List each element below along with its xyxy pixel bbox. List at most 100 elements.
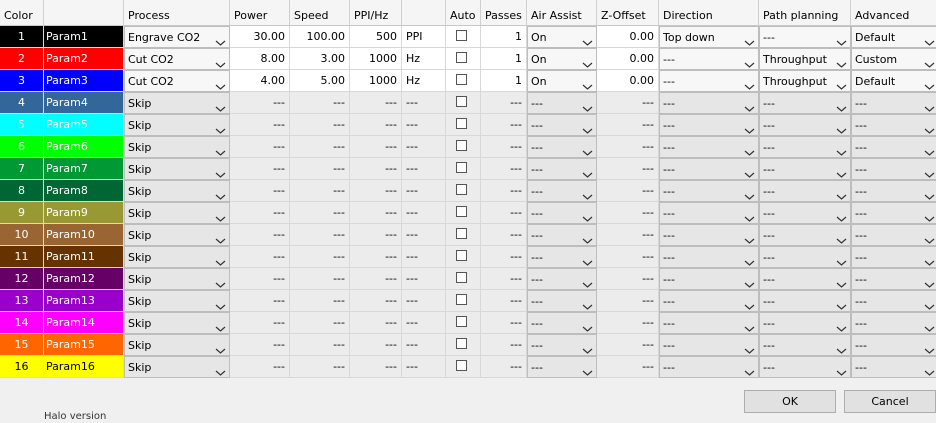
process-select[interactable]: Skip — [124, 202, 230, 224]
power-field[interactable]: --- — [230, 334, 290, 356]
param-name[interactable]: Param6 — [44, 136, 124, 158]
direction-select[interactable]: --- — [659, 92, 759, 114]
z-offset-field[interactable]: --- — [597, 224, 659, 246]
unit-label[interactable]: --- — [402, 92, 446, 114]
ppi-hz-field[interactable]: --- — [350, 268, 402, 290]
unit-label[interactable]: --- — [402, 158, 446, 180]
air-assist-select[interactable]: --- — [527, 136, 597, 158]
path-planning-select[interactable]: --- — [759, 26, 851, 48]
auto-checkbox[interactable] — [456, 228, 467, 239]
z-offset-field[interactable]: --- — [597, 180, 659, 202]
advanced-select[interactable]: --- — [851, 202, 936, 224]
auto-checkbox[interactable] — [456, 294, 467, 305]
direction-select[interactable]: --- — [659, 202, 759, 224]
speed-field[interactable]: --- — [290, 92, 350, 114]
path-planning-select[interactable]: --- — [759, 312, 851, 334]
unit-label[interactable]: --- — [402, 356, 446, 378]
ok-button[interactable]: OK — [744, 390, 836, 413]
process-select[interactable]: Skip — [124, 92, 230, 114]
passes-field[interactable]: --- — [481, 268, 527, 290]
speed-field[interactable]: 3.00 — [290, 48, 350, 70]
speed-field[interactable]: --- — [290, 290, 350, 312]
color-swatch[interactable]: 2 — [0, 48, 44, 70]
color-swatch[interactable]: 8 — [0, 180, 44, 202]
power-field[interactable]: --- — [230, 92, 290, 114]
direction-select[interactable]: --- — [659, 48, 759, 70]
color-swatch[interactable]: 15 — [0, 334, 44, 356]
speed-field[interactable]: --- — [290, 246, 350, 268]
passes-field[interactable]: --- — [481, 246, 527, 268]
speed-field[interactable]: 100.00 — [290, 26, 350, 48]
ppi-hz-field[interactable]: --- — [350, 356, 402, 378]
auto-checkbox[interactable] — [456, 118, 467, 129]
air-assist-select[interactable]: --- — [527, 224, 597, 246]
ppi-hz-field[interactable]: 500 — [350, 26, 402, 48]
column-header-advanced[interactable]: Advanced — [851, 0, 936, 26]
process-select[interactable]: Skip — [124, 334, 230, 356]
process-select[interactable]: Skip — [124, 114, 230, 136]
param-name[interactable]: Param8 — [44, 180, 124, 202]
air-assist-select[interactable]: On — [527, 70, 597, 92]
column-header-air-assist[interactable]: Air Assist — [527, 0, 597, 26]
unit-label[interactable]: --- — [402, 290, 446, 312]
param-name[interactable]: Param1 — [44, 26, 124, 48]
power-field[interactable]: --- — [230, 224, 290, 246]
unit-label[interactable]: --- — [402, 268, 446, 290]
ppi-hz-field[interactable]: --- — [350, 246, 402, 268]
color-swatch[interactable]: 11 — [0, 246, 44, 268]
passes-field[interactable]: --- — [481, 312, 527, 334]
path-planning-select[interactable]: Throughput — [759, 48, 851, 70]
ppi-hz-field[interactable]: 1000 — [350, 48, 402, 70]
air-assist-select[interactable]: On — [527, 26, 597, 48]
air-assist-select[interactable]: --- — [527, 202, 597, 224]
power-field[interactable]: --- — [230, 268, 290, 290]
color-swatch[interactable]: 4 — [0, 92, 44, 114]
passes-field[interactable]: --- — [481, 224, 527, 246]
auto-checkbox[interactable] — [456, 316, 467, 327]
color-swatch[interactable]: 1 — [0, 26, 44, 48]
passes-field[interactable]: --- — [481, 114, 527, 136]
passes-field[interactable]: --- — [481, 180, 527, 202]
passes-field[interactable]: 1 — [481, 70, 527, 92]
advanced-select[interactable]: --- — [851, 356, 936, 378]
column-header-z-offset[interactable]: Z-Offset — [597, 0, 659, 26]
speed-field[interactable]: --- — [290, 180, 350, 202]
speed-field[interactable]: --- — [290, 334, 350, 356]
advanced-select[interactable]: Default — [851, 70, 936, 92]
cancel-button[interactable]: Cancel — [844, 390, 936, 413]
color-swatch[interactable]: 7 — [0, 158, 44, 180]
color-swatch[interactable]: 12 — [0, 268, 44, 290]
unit-label[interactable]: --- — [402, 224, 446, 246]
process-select[interactable]: Skip — [124, 356, 230, 378]
param-name[interactable]: Param9 — [44, 202, 124, 224]
speed-field[interactable]: --- — [290, 158, 350, 180]
power-field[interactable]: --- — [230, 356, 290, 378]
advanced-select[interactable]: --- — [851, 334, 936, 356]
z-offset-field[interactable]: --- — [597, 268, 659, 290]
advanced-select[interactable]: --- — [851, 136, 936, 158]
direction-select[interactable]: --- — [659, 224, 759, 246]
advanced-select[interactable]: --- — [851, 224, 936, 246]
air-assist-select[interactable]: --- — [527, 158, 597, 180]
power-field[interactable]: --- — [230, 290, 290, 312]
speed-field[interactable]: --- — [290, 268, 350, 290]
direction-select[interactable]: --- — [659, 70, 759, 92]
ppi-hz-field[interactable]: --- — [350, 92, 402, 114]
direction-select[interactable]: --- — [659, 246, 759, 268]
power-field[interactable]: 8.00 — [230, 48, 290, 70]
column-header-direction[interactable]: Direction — [659, 0, 759, 26]
process-select[interactable]: Cut CO2 — [124, 48, 230, 70]
auto-checkbox[interactable] — [456, 140, 467, 151]
param-name[interactable]: Param7 — [44, 158, 124, 180]
auto-checkbox[interactable] — [456, 96, 467, 107]
passes-field[interactable]: --- — [481, 158, 527, 180]
z-offset-field[interactable]: --- — [597, 334, 659, 356]
param-name[interactable]: Param3 — [44, 70, 124, 92]
direction-select[interactable]: Top down — [659, 26, 759, 48]
direction-select[interactable]: --- — [659, 356, 759, 378]
process-select[interactable]: Skip — [124, 246, 230, 268]
path-planning-select[interactable]: --- — [759, 246, 851, 268]
unit-label[interactable]: --- — [402, 180, 446, 202]
column-header-name[interactable] — [44, 0, 124, 26]
param-name[interactable]: Param10 — [44, 224, 124, 246]
